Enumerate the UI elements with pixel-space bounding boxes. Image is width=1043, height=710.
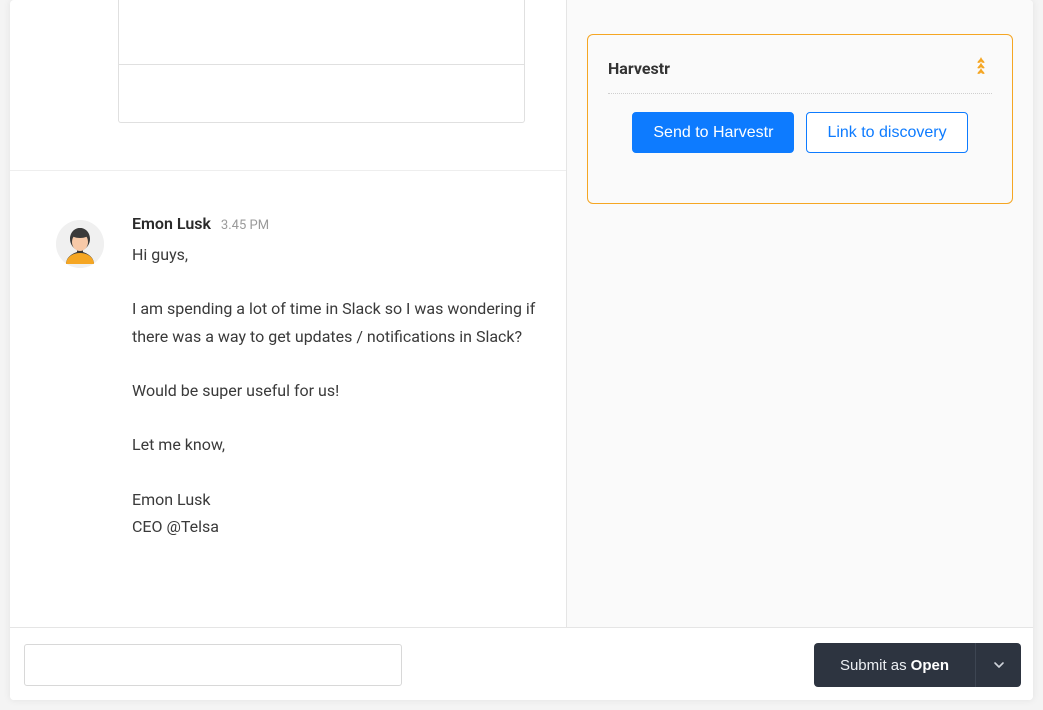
message-separator [10, 170, 566, 171]
submit-button-group: Submit as Open [814, 643, 1021, 687]
chevron-down-icon [993, 659, 1005, 671]
wheat-icon [970, 55, 992, 81]
message-header: Emon Lusk 3.45 PM [132, 214, 546, 233]
link-to-discovery-button[interactable]: Link to discovery [806, 112, 967, 153]
card-title: Harvestr [608, 59, 670, 78]
message-text: Hi guys, I am spending a lot of time in … [132, 241, 546, 540]
submit-status: Open [911, 657, 949, 674]
avatar-icon [56, 220, 104, 268]
submit-prefix: Submit as [840, 657, 907, 674]
side-panel: Harvestr Send to Harvestr Link to discov… [566, 0, 1033, 627]
conversation-pane: Emon Lusk 3.45 PM Hi guys, I am spending… [10, 0, 566, 627]
sender-name: Emon Lusk [132, 214, 211, 233]
app-frame: Emon Lusk 3.45 PM Hi guys, I am spending… [10, 0, 1033, 700]
send-to-harvestr-button[interactable]: Send to Harvestr [632, 112, 794, 153]
previous-message-box [118, 0, 525, 123]
submit-dropdown-button[interactable] [975, 643, 1021, 687]
avatar [56, 220, 104, 268]
box-divider [119, 64, 524, 65]
footer-bar: Submit as Open [10, 627, 1033, 700]
reply-input[interactable] [24, 644, 402, 686]
message-body: Emon Lusk 3.45 PM Hi guys, I am spending… [132, 214, 546, 540]
message-item: Emon Lusk 3.45 PM Hi guys, I am spending… [56, 214, 546, 540]
card-header: Harvestr [608, 55, 992, 94]
message-timestamp: 3.45 PM [221, 218, 269, 233]
submit-button[interactable]: Submit as Open [814, 643, 975, 687]
harvestr-card: Harvestr Send to Harvestr Link to discov… [587, 34, 1013, 204]
card-button-row: Send to Harvestr Link to discovery [608, 112, 992, 153]
